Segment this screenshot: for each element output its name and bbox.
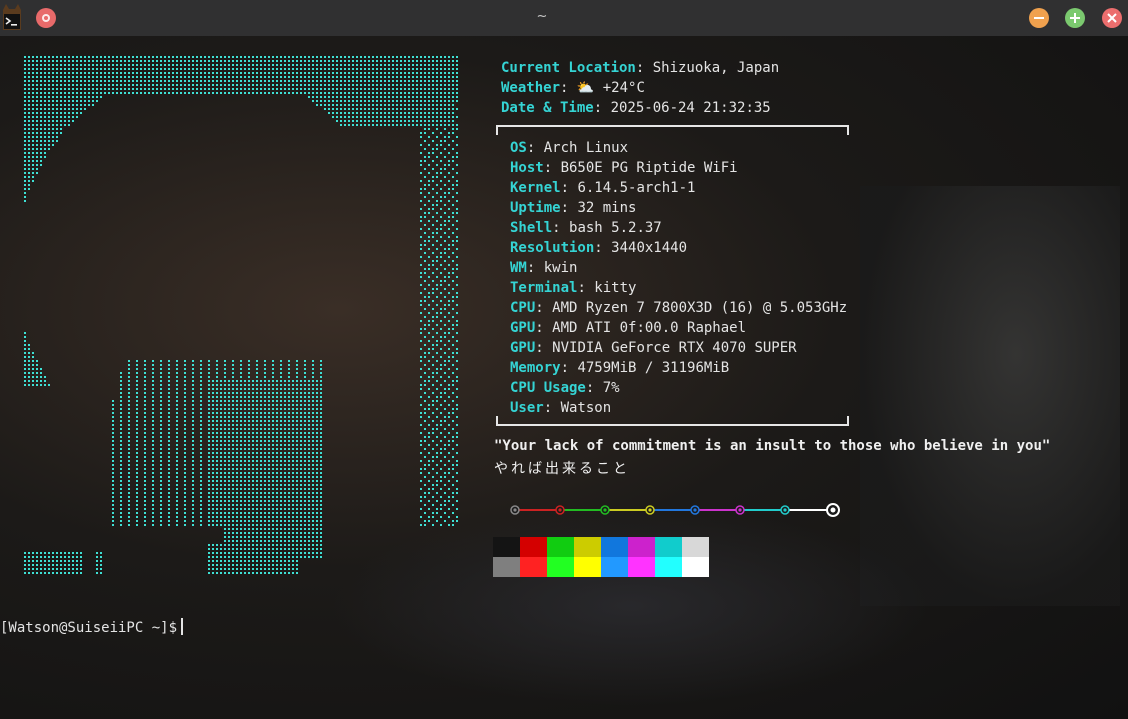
quote-text: "Your lack of commitment is an insult to… bbox=[494, 438, 1051, 454]
palette-swatch bbox=[655, 537, 682, 557]
location-line: Current Location: Shizuoka, Japan bbox=[501, 60, 780, 76]
color-line bbox=[510, 503, 840, 517]
weather-line: Weather: ⛅ +24°C bbox=[501, 80, 645, 96]
terminal-area[interactable]: Current Location: Shizuoka, Japan Weathe… bbox=[0, 36, 1128, 719]
sysinfo-line: Uptime: 32 mins bbox=[510, 200, 637, 216]
color-line-dot-center bbox=[738, 508, 742, 512]
info-box-top-border bbox=[496, 125, 849, 135]
window-title: ~ bbox=[536, 9, 548, 24]
palette-swatch bbox=[574, 537, 601, 557]
palette-swatch bbox=[655, 557, 682, 577]
sysinfo-line: Terminal: kitty bbox=[510, 280, 637, 296]
color-line-dot-center bbox=[603, 508, 607, 512]
sysinfo-line: CPU: AMD Ryzen 7 7800X3D (16) @ 5.053GHz bbox=[510, 300, 848, 316]
palette-swatch bbox=[547, 537, 574, 557]
text-cursor bbox=[181, 618, 184, 635]
palette-swatch bbox=[601, 537, 628, 557]
sysinfo-line: GPU: NVIDIA GeForce RTX 4070 SUPER bbox=[510, 340, 797, 356]
sysinfo-line: WM: kwin bbox=[510, 260, 578, 276]
japanese-text: やれば出来ること bbox=[494, 461, 630, 477]
datetime-line: Date & Time: 2025-06-24 21:32:35 bbox=[501, 100, 771, 116]
color-line-dot-center bbox=[783, 508, 787, 512]
minimize-icon[interactable] bbox=[1029, 8, 1049, 28]
sysinfo-line: CPU Usage: 7% bbox=[510, 380, 620, 396]
color-line-dot-center bbox=[648, 508, 652, 512]
close-icon[interactable] bbox=[1102, 8, 1122, 28]
palette-swatch bbox=[547, 557, 574, 577]
palette-swatch bbox=[682, 537, 709, 557]
palette-swatch bbox=[601, 557, 628, 577]
palette-swatch bbox=[628, 557, 655, 577]
color-line-dot-center bbox=[558, 508, 562, 512]
palette-swatch bbox=[520, 537, 547, 557]
sysinfo-line: OS: Arch Linux bbox=[510, 140, 629, 156]
palette-swatch bbox=[574, 557, 601, 577]
sysinfo-line: GPU: AMD ATI 0f:00.0 Raphael bbox=[510, 320, 747, 336]
sysinfo-line: Shell: bash 5.2.37 bbox=[510, 220, 662, 236]
palette-swatch bbox=[628, 537, 655, 557]
palette-swatch bbox=[520, 557, 547, 577]
sysinfo-line: User: Watson bbox=[510, 400, 612, 416]
sysinfo-line: Memory: 4759MiB / 31196MiB bbox=[510, 360, 730, 376]
shell-prompt[interactable]: [Watson@SuiseiiPC ~]$ bbox=[0, 618, 184, 638]
title-bar: ~ bbox=[0, 0, 1128, 36]
palette-swatch bbox=[493, 557, 520, 577]
color-line-dot-center bbox=[513, 508, 517, 512]
color-line-dot-center bbox=[830, 507, 836, 513]
palette-swatch bbox=[682, 557, 709, 577]
palette-swatch bbox=[493, 537, 520, 557]
color-line-dot-center bbox=[693, 508, 697, 512]
sysinfo-line: Resolution: 3440x1440 bbox=[510, 240, 688, 256]
info-box-bottom-border bbox=[496, 416, 849, 426]
color-palette bbox=[493, 537, 709, 577]
ascii-art-logo bbox=[24, 56, 458, 574]
sysinfo-line: Host: B650E PG Riptide WiFi bbox=[510, 160, 738, 176]
sysinfo-line: Kernel: 6.14.5-arch1-1 bbox=[510, 180, 696, 196]
weather-icon: ⛅ bbox=[576, 80, 595, 96]
maximize-icon[interactable] bbox=[1065, 8, 1085, 28]
